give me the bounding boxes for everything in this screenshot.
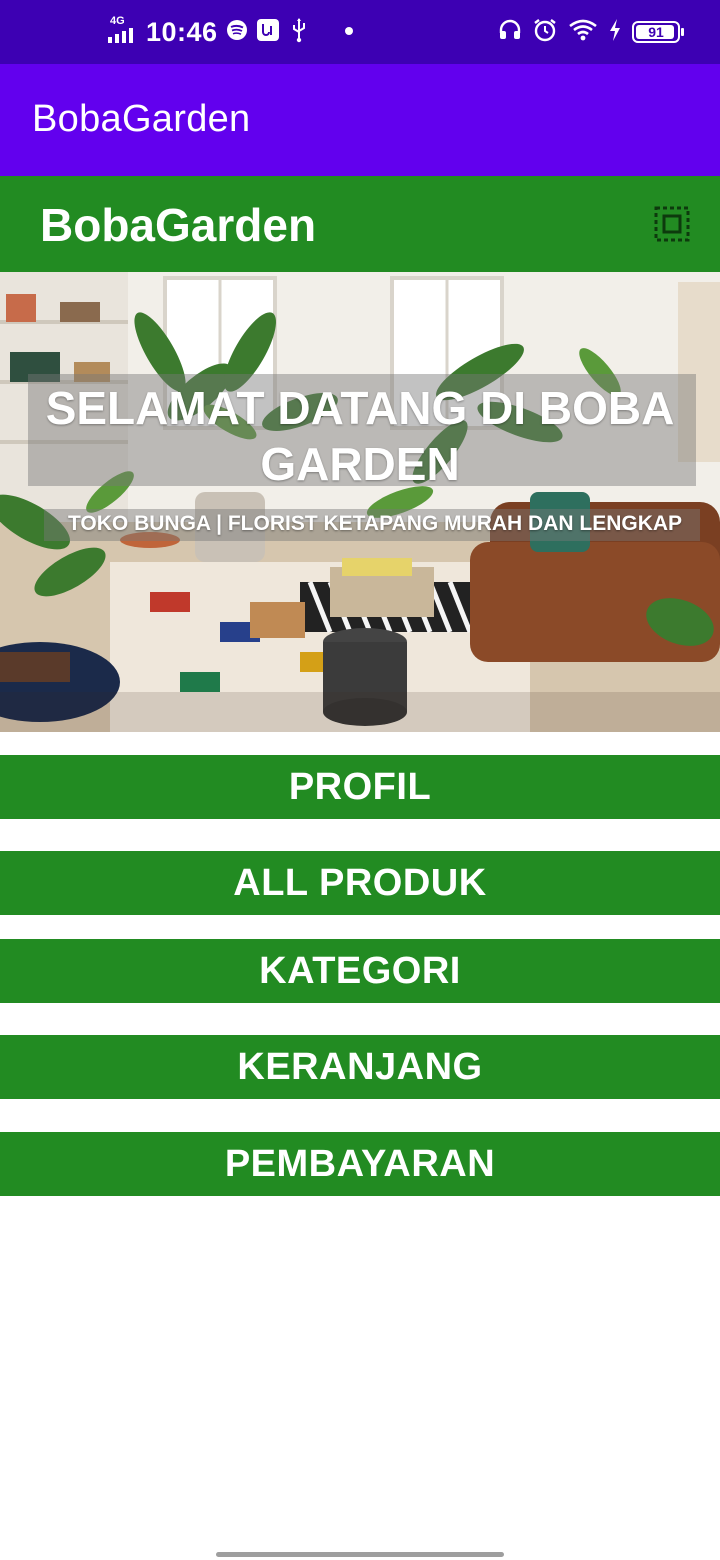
usb-icon [288, 17, 310, 48]
kategori-button[interactable]: KATEGORI [0, 939, 720, 1003]
headphones-icon [498, 18, 522, 47]
site-header: BobaGarden [0, 176, 720, 272]
battery-icon: 91 [632, 21, 684, 43]
site-header-title: BobaGarden [40, 199, 317, 251]
profil-button[interactable]: PROFIL [0, 755, 720, 819]
hero-title: SELAMAT DATANG DI BOBA GARDEN [45, 382, 675, 490]
app-bar-title: BobaGarden [32, 98, 251, 140]
signal-icon: 4G [108, 15, 138, 45]
wifi-icon [568, 18, 598, 47]
app-notification-icon [256, 18, 280, 47]
status-time: 10:46 [146, 16, 218, 47]
app-bar: BobaGarden [0, 64, 720, 176]
alarm-icon [532, 17, 558, 48]
charging-icon [608, 18, 622, 47]
dotted-square-icon[interactable] [654, 206, 690, 242]
all-produk-button[interactable]: ALL PRODUK [0, 851, 720, 915]
spotify-icon [226, 19, 248, 46]
network-type: 4G [110, 15, 125, 27]
hero-banner: SELAMAT DATANG DI BOBA GARDEN TOKO BUNGA… [0, 272, 720, 732]
battery-level: 91 [648, 24, 664, 40]
pembayaran-button[interactable]: PEMBAYARAN [0, 1132, 720, 1196]
status-bar: 4G 10:46 91 [0, 0, 720, 64]
dot-icon [344, 23, 354, 41]
home-indicator[interactable] [216, 1552, 504, 1557]
keranjang-button[interactable]: KERANJANG [0, 1035, 720, 1099]
hero-subtitle: TOKO BUNGA | FLORIST KETAPANG MURAH DAN … [67, 512, 683, 535]
status-bar-right: 91 [498, 0, 684, 64]
hero-background-image [0, 272, 720, 732]
status-bar-left: 4G 10:46 [108, 0, 354, 64]
